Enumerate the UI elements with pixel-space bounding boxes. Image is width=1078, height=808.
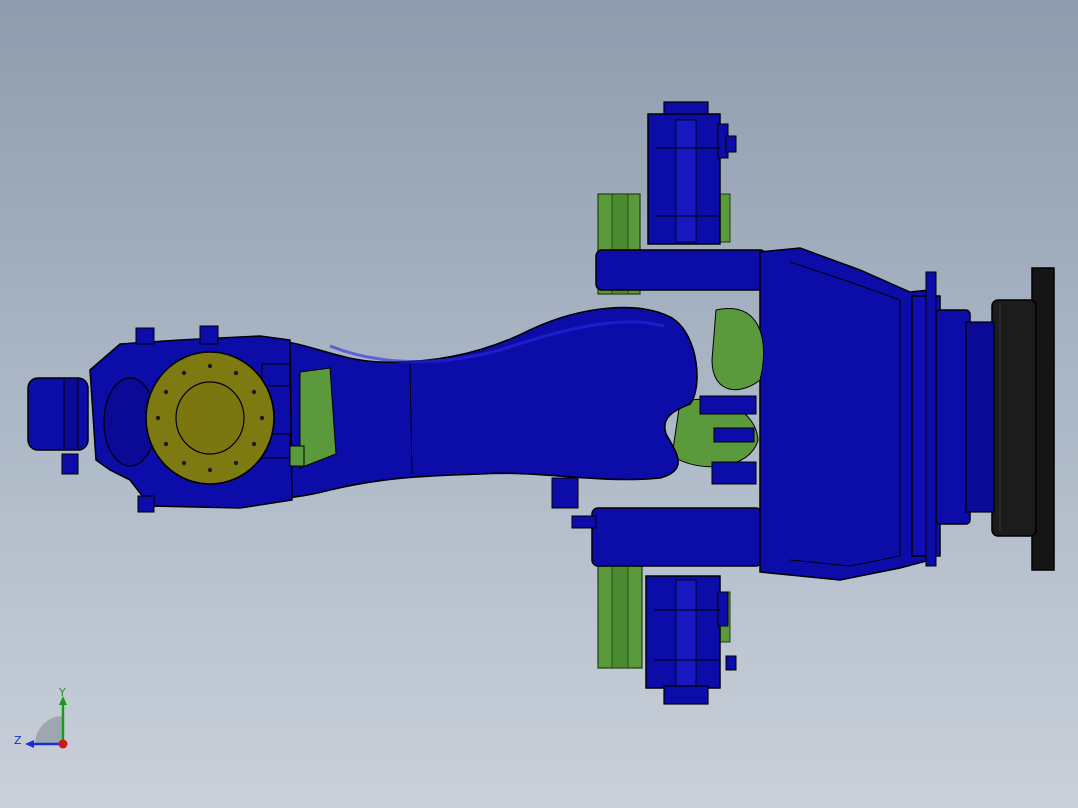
x-axis-icon: [58, 739, 68, 749]
graphics-viewport[interactable]: Y Z: [0, 0, 1078, 808]
tool-flange: [145, 351, 275, 485]
view-orientation-triad: Y Z: [14, 686, 68, 749]
forearm: [249, 306, 698, 501]
triad-quadrant-shade: [35, 716, 63, 744]
base-flange: [991, 267, 1055, 571]
y-axis-label: Y: [58, 686, 66, 699]
z-axis-label: Z: [14, 734, 22, 747]
robot-arm-model[interactable]: [0, 0, 1078, 808]
